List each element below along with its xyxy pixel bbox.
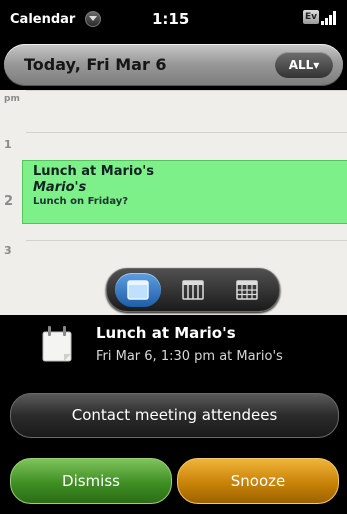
week-view-icon — [182, 280, 204, 300]
reminder-subtitle: Fri Mar 6, 1:30 pm at Mario's — [96, 349, 283, 364]
month-view-button[interactable] — [224, 273, 270, 307]
dismiss-button[interactable]: Dismiss — [10, 458, 172, 504]
contact-attendees-button[interactable]: Contact meeting attendees — [10, 393, 339, 438]
app-menu[interactable]: Calendar — [10, 11, 102, 27]
event-title: Lunch at Mario's — [33, 164, 155, 179]
calendar-filter-button[interactable]: ALL▾ — [275, 52, 333, 78]
hour-label-2: 2 — [4, 194, 14, 209]
hour-line — [26, 240, 347, 241]
hour-label-1: 1 — [4, 138, 12, 151]
month-view-icon — [236, 280, 258, 300]
day-view-icon — [127, 280, 149, 300]
hour-label-pm: pm — [4, 94, 20, 104]
page-title: Today, Fri Mar 6 — [24, 55, 167, 74]
network-badge: Ev — [303, 10, 319, 24]
day-header: Today, Fri Mar 6 ALL▾ — [4, 44, 343, 86]
hour-label-3: 3 — [4, 244, 12, 257]
day-view-grid[interactable]: pm 1 2 3 Lunch at Mario's Mario's Lunch … — [0, 90, 347, 315]
view-switcher — [106, 268, 280, 312]
week-view-button[interactable] — [170, 273, 216, 307]
app-name: Calendar — [10, 11, 76, 27]
event-note: Lunch on Friday? — [33, 196, 129, 207]
day-view-button[interactable] — [115, 273, 161, 307]
hour-line — [26, 132, 347, 133]
signal-bars-icon — [321, 9, 339, 25]
snooze-button[interactable]: Snooze — [177, 458, 339, 504]
status-bar: Calendar 1:15 Ev — [0, 0, 347, 40]
reminder-title: Lunch at Mario's — [96, 324, 236, 342]
chevron-down-icon — [85, 11, 102, 27]
clock: 1:15 — [152, 10, 190, 28]
event-location: Mario's — [33, 180, 87, 195]
calendar-event[interactable]: Lunch at Mario's Mario's Lunch on Friday… — [22, 160, 347, 224]
hour-line — [26, 90, 347, 91]
calendar-icon — [42, 326, 72, 362]
